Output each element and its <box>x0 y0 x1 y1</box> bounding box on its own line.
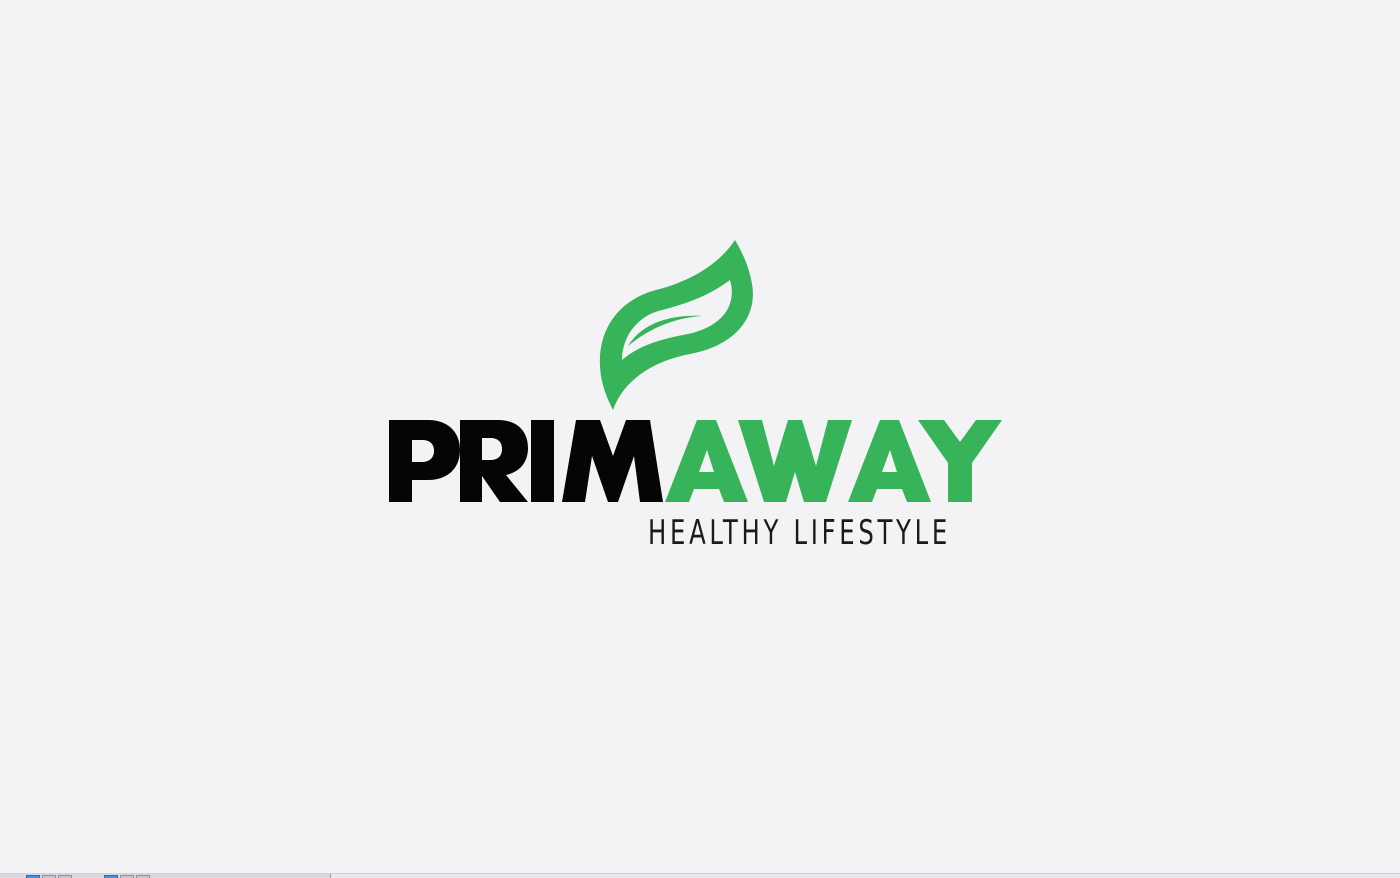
tagline: HEALTHY LIFESTYLE <box>648 512 1017 553</box>
letter-a2 <box>848 420 931 502</box>
brand-secondary-letters <box>665 420 1002 502</box>
leaf-icon <box>599 240 753 410</box>
letter-y <box>918 420 1002 502</box>
tagline-text: HEALTHY LIFESTYLE <box>648 512 951 553</box>
letter-r <box>460 420 528 502</box>
brand-wordmark <box>389 420 1002 502</box>
letter-w <box>738 420 852 502</box>
taskbar-strip <box>0 874 331 878</box>
letter-m <box>562 420 663 502</box>
leaf-outline <box>599 240 753 410</box>
taskbar <box>0 873 1400 878</box>
artboard: HEALTHY LIFESTYLE <box>0 0 1400 878</box>
letter-i <box>531 420 554 502</box>
letter-a <box>665 420 748 502</box>
letter-p <box>389 420 460 502</box>
brand-primary-letters <box>389 420 663 502</box>
